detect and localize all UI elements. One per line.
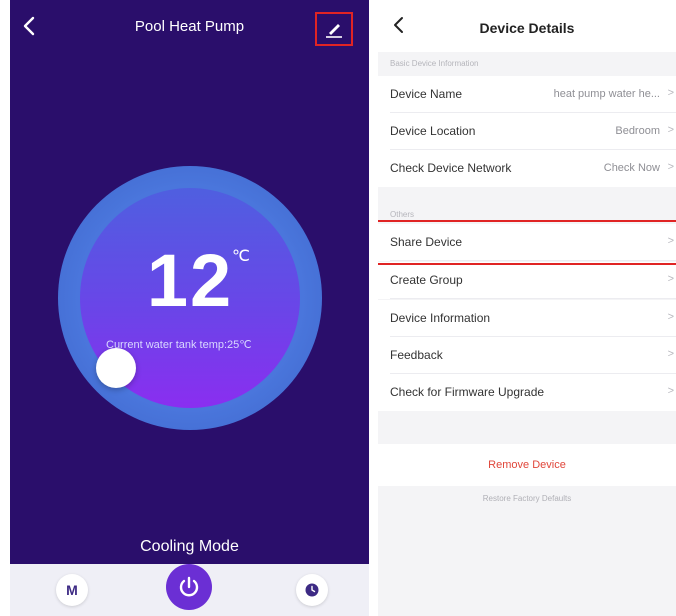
row-value: Bedroom: [615, 125, 660, 137]
chevron-right-icon: >: [667, 235, 674, 247]
row-create-group[interactable]: Create Group >: [378, 262, 676, 299]
chevron-right-icon: >: [667, 273, 674, 285]
row-value: heat pump water he...: [553, 88, 660, 100]
pool-heat-pump-screen: Pool Heat Pump 12 ℃ Current water tank t…: [10, 0, 369, 616]
row-label: Check Device Network: [390, 161, 512, 175]
temperature-dial[interactable]: 12 ℃ Current water tank temp:25℃: [58, 166, 322, 430]
remove-device-button[interactable]: Remove Device: [378, 444, 676, 486]
mode-label: Cooling Mode: [140, 538, 239, 555]
section-label-others: Others: [390, 210, 415, 219]
clock-icon: [305, 583, 319, 597]
divider: [390, 260, 676, 261]
row-check-network[interactable]: Check Device Network Check Now >: [378, 150, 676, 187]
row-value: Check Now: [603, 162, 660, 174]
current-water-temp: Current water tank temp:25℃: [106, 339, 252, 351]
row-device-name[interactable]: Device Name heat pump water he... >: [378, 76, 676, 113]
pencil-icon: [326, 24, 342, 38]
divider: [390, 298, 676, 299]
row-device-location[interactable]: Device Location Bedroom >: [378, 113, 676, 150]
top-bar: Pool Heat Pump: [10, 0, 369, 56]
mode-button[interactable]: M: [56, 574, 88, 606]
bottom-control-bar: M: [10, 564, 369, 616]
row-label: Device Information: [390, 311, 491, 325]
section-label-basic: Basic Device Information: [390, 59, 479, 68]
row-firmware-upgrade[interactable]: Check for Firmware Upgrade >: [378, 374, 676, 411]
restore-factory-defaults-link[interactable]: Restore Factory Defaults: [378, 494, 676, 503]
chevron-right-icon: >: [667, 161, 674, 173]
row-label: Check for Firmware Upgrade: [390, 385, 545, 399]
power-button[interactable]: [166, 564, 212, 610]
row-label: Device Location: [390, 124, 476, 138]
temperature-unit: ℃: [232, 248, 250, 265]
row-feedback[interactable]: Feedback >: [378, 337, 676, 374]
power-icon: [179, 576, 199, 597]
device-details-screen: Device Details Basic Device Information …: [378, 0, 676, 616]
header: Device Details: [378, 0, 676, 52]
timer-button[interactable]: [296, 574, 328, 606]
row-label: Feedback: [390, 348, 443, 362]
set-temperature: 12: [146, 239, 234, 322]
row-label: Share Device: [390, 235, 463, 249]
row-share-device[interactable]: Share Device >: [378, 224, 676, 261]
edit-button[interactable]: [315, 12, 353, 46]
chevron-right-icon: >: [667, 348, 674, 360]
chevron-right-icon: >: [667, 124, 674, 136]
dial-knob[interactable]: [96, 348, 136, 388]
row-label: Create Group: [390, 273, 463, 287]
chevron-right-icon: >: [667, 385, 674, 397]
row-device-information[interactable]: Device Information >: [378, 300, 676, 337]
chevron-right-icon: >: [667, 87, 674, 99]
chevron-right-icon: >: [667, 311, 674, 323]
row-label: Device Name: [390, 87, 463, 101]
page-title: Device Details: [479, 20, 575, 36]
